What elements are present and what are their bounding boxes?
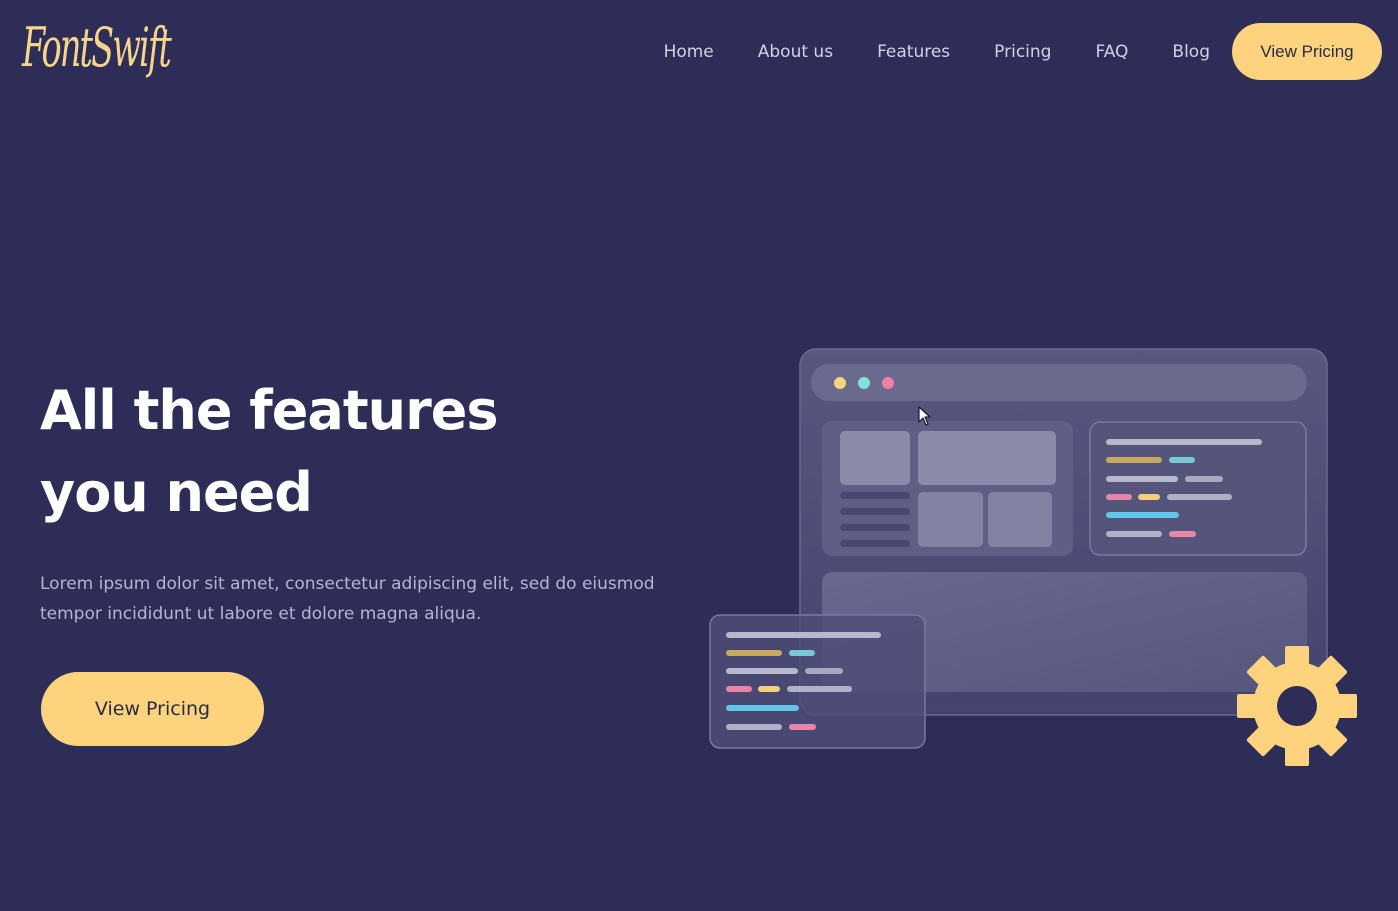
hero-view-pricing-button[interactable]: View Pricing: [41, 672, 264, 746]
nav-link-home[interactable]: Home: [664, 42, 714, 62]
gear-icon: [1237, 646, 1357, 766]
hero-subtitle-line-2: tempor incididunt ut labore et dolore ma…: [40, 604, 482, 624]
window-dot-yellow: [834, 377, 846, 389]
hero-subtitle-line-1: Lorem ipsum dolor sit amet, consectetur …: [40, 574, 655, 594]
hero-subtitle: Lorem ipsum dolor sit amet, consectetur …: [40, 569, 690, 629]
nav-link-features[interactable]: Features: [877, 42, 950, 62]
hero-title-line-2: you need: [40, 461, 313, 524]
brand-logo[interactable]: FontSwift: [22, 8, 172, 88]
mouse-cursor-icon: [918, 406, 931, 426]
window-dot-pink: [882, 377, 894, 389]
nav-link-blog[interactable]: Blog: [1172, 42, 1210, 62]
hero-title: All the features you need: [40, 370, 640, 534]
hero-illustration: [709, 348, 1357, 766]
landing-page: FontSwift Home About us Features Pricing…: [0, 0, 1398, 911]
nav-link-about-us[interactable]: About us: [758, 42, 833, 62]
nav-link-faq[interactable]: FAQ: [1095, 42, 1128, 62]
top-nav: Home About us Features Pricing FAQ Blog …: [664, 23, 1382, 80]
nav-view-pricing-button[interactable]: View Pricing: [1232, 23, 1382, 80]
nav-link-pricing[interactable]: Pricing: [994, 42, 1051, 62]
code-snippet-icon: [709, 614, 926, 749]
window-dot-teal: [858, 377, 870, 389]
hero-title-line-1: All the features: [40, 379, 499, 442]
